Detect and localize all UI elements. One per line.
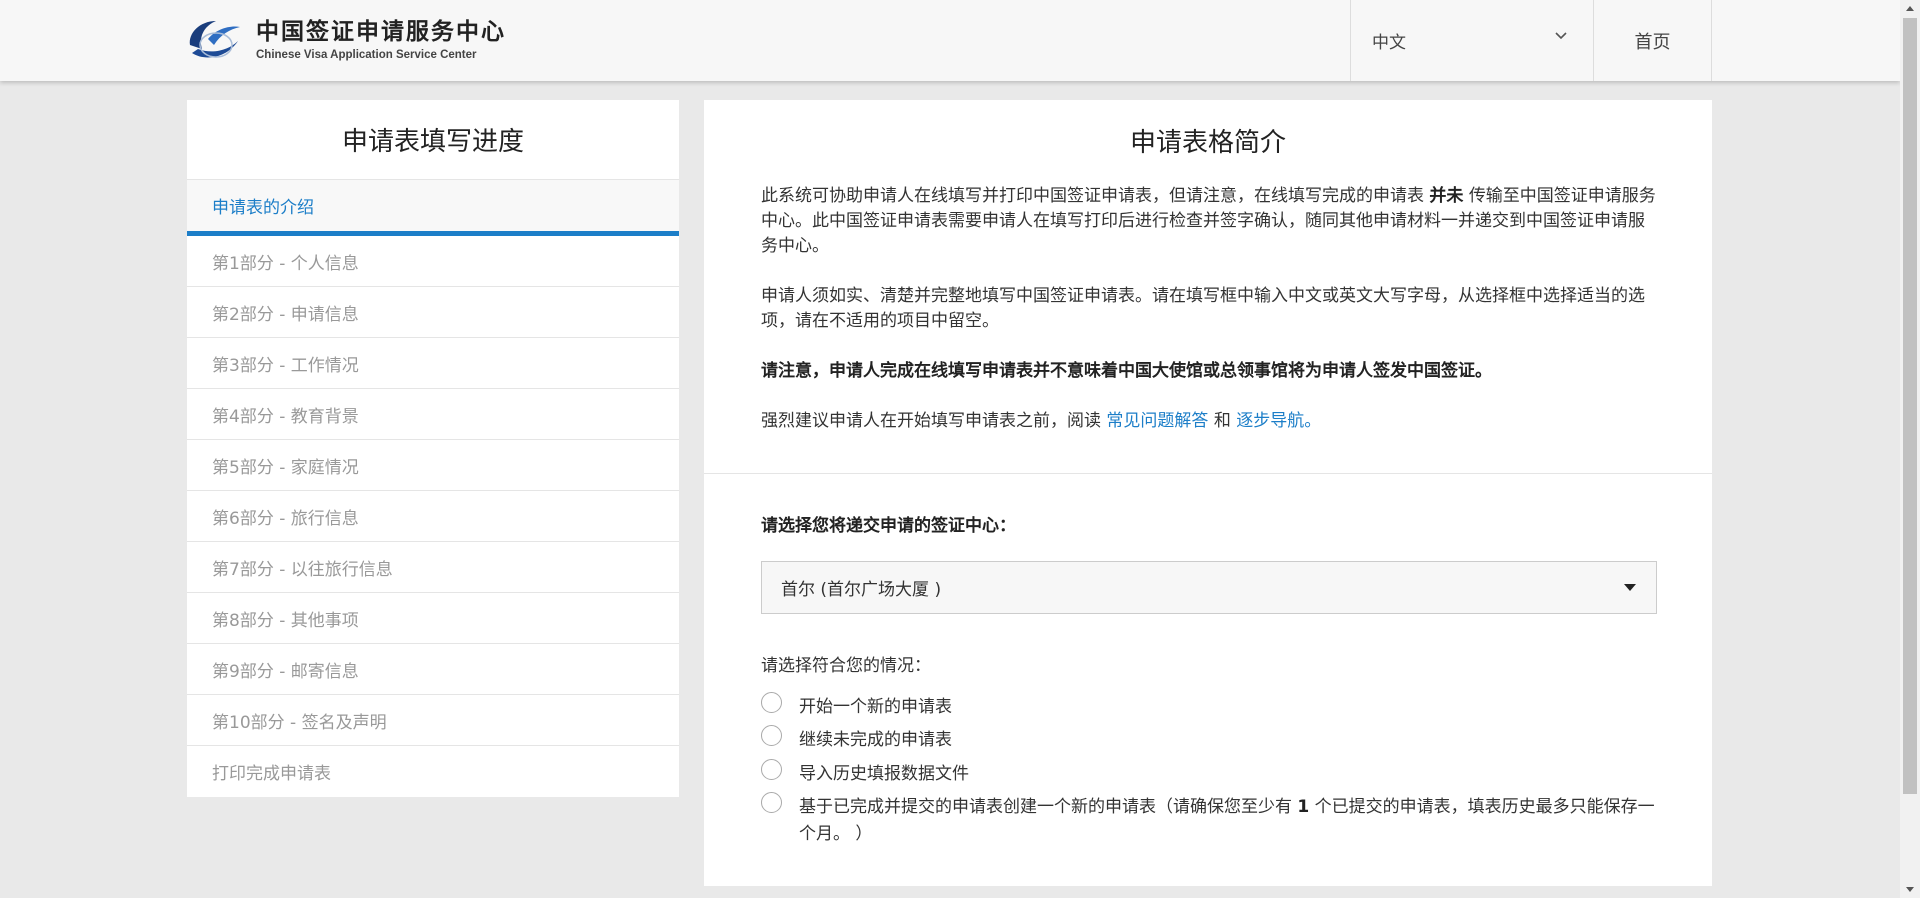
chevron-down-icon [1555, 32, 1567, 40]
page-title: 申请表格简介 [1129, 128, 1286, 158]
intro-paragraph-3: 请注意，申请人完成在线填写申请表并不意味着中国大使馆或总领事馆将为申请人签发中国… [761, 361, 1492, 381]
caret-down-icon [1624, 584, 1636, 591]
scroll-down-arrow-icon[interactable] [1900, 881, 1920, 898]
sidebar-item-part5[interactable]: 第5部分 - 家庭情况 [187, 440, 679, 491]
top-header: 中国签证申请服务中心 Chinese Visa Application Serv… [0, 0, 1900, 81]
section-divider [704, 473, 1712, 474]
sidebar-item-part8[interactable]: 第8部分 - 其他事项 [187, 593, 679, 644]
option-import-history[interactable]: 导入历史填报数据文件 [761, 759, 1657, 788]
scrollbar-thumb[interactable] [1903, 18, 1917, 794]
sidebar-item-part2[interactable]: 第2部分 - 申请信息 [187, 287, 679, 338]
sidebar-item-part9[interactable]: 第9部分 - 邮寄信息 [187, 644, 679, 695]
visa-center-value: 首尔 (首尔广场大厦 ) [781, 580, 942, 600]
visa-center-select[interactable]: 首尔 (首尔广场大厦 ) [761, 561, 1657, 614]
step-guide-link[interactable]: 逐步导航。 [1236, 411, 1321, 431]
logo-chinese-name: 中国签证申请服务中心 [256, 18, 506, 45]
sidebar-item-print[interactable]: 打印完成申请表 [187, 746, 679, 797]
sidebar-item-part6[interactable]: 第6部分 - 旅行信息 [187, 491, 679, 542]
intro-text: 此系统可协助申请人在线填写并打印中国签证申请表，但请注意，在线填写完成的申请表 … [704, 180, 1712, 434]
progress-sidebar: 申请表填写进度 申请表的介绍 第1部分 - 个人信息 第2部分 - 申请信息 第… [187, 100, 679, 797]
sidebar-title: 申请表填写进度 [187, 100, 679, 180]
language-label: 中文 [1372, 33, 1406, 53]
logo-english-name: Chinese Visa Application Service Center [256, 49, 477, 61]
intro-panel: 申请表格简介 此系统可协助申请人在线填写并打印中国签证申请表，但请注意，在线填写… [704, 100, 1712, 886]
sidebar-item-introduction[interactable]: 申请表的介绍 [187, 180, 679, 236]
visa-center-label: 请选择您将递交申请的签证中心： [761, 516, 1016, 536]
intro-paragraph-4: 强烈建议申请人在开始填写申请表之前，阅读 常见问题解答 和 逐步导航。 [761, 411, 1322, 431]
scroll-up-arrow-icon[interactable] [1900, 0, 1920, 17]
intro-paragraph-1: 此系统可协助申请人在线填写并打印中国签证申请表，但请注意，在线填写完成的申请表 … [761, 186, 1656, 256]
option-continue-application[interactable]: 继续未完成的申请表 [761, 725, 1657, 754]
sidebar-item-part4[interactable]: 第4部分 - 教育背景 [187, 389, 679, 440]
sidebar-item-part3[interactable]: 第3部分 - 工作情况 [187, 338, 679, 389]
faq-link[interactable]: 常见问题解答 [1106, 411, 1208, 431]
radio-button[interactable] [761, 792, 782, 813]
language-selector[interactable]: 中文 [1350, 0, 1593, 81]
sidebar-item-part7[interactable]: 第7部分 - 以往旅行信息 [187, 542, 679, 593]
option-new-application[interactable]: 开始一个新的申请表 [761, 692, 1657, 721]
situation-label: 请选择符合您的情况： [761, 656, 931, 676]
intro-paragraph-2: 申请人须如实、清楚并完整地填写中国签证申请表。请在填写框中输入中文或英文大写字母… [761, 286, 1645, 331]
home-link[interactable]: 首页 [1593, 0, 1712, 81]
site-logo[interactable]: 中国签证申请服务中心 Chinese Visa Application Serv… [186, 14, 506, 66]
globe-logo-icon [186, 15, 242, 65]
radio-button[interactable] [761, 725, 782, 746]
page-scrollbar[interactable] [1900, 0, 1920, 898]
emphasis-not: 并未 [1429, 186, 1464, 206]
radio-button[interactable] [761, 759, 782, 780]
radio-button[interactable] [761, 692, 782, 713]
sidebar-item-part1[interactable]: 第1部分 - 个人信息 [187, 236, 679, 287]
sidebar-item-part10[interactable]: 第10部分 - 签名及声明 [187, 695, 679, 746]
option-create-from-submitted[interactable]: 基于已完成并提交的申请表创建一个新的申请表（请确保您至少有 1 个已提交的申请表… [761, 792, 1657, 848]
